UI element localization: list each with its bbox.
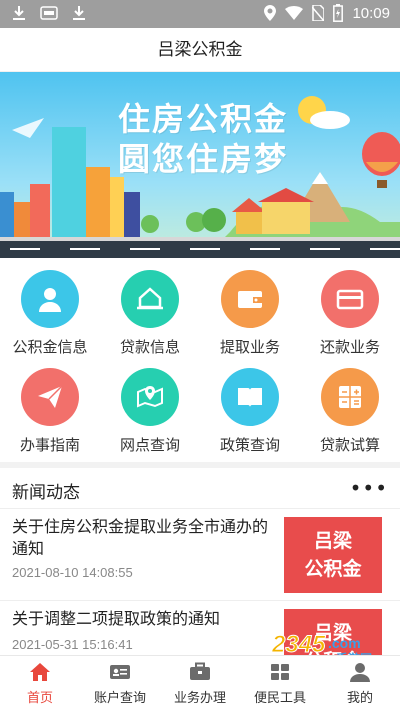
book-icon <box>238 388 262 407</box>
grid-label: 网点查询 <box>119 437 180 454</box>
grid-label: 政策查询 <box>219 437 280 454</box>
withdrawal-badge <box>221 270 279 328</box>
status-bar: 10:09 <box>0 0 400 28</box>
download-icon <box>13 6 25 20</box>
grid-item-withdrawal[interactable]: 提取业务 <box>200 262 300 360</box>
grid-item-branches[interactable]: 网点查询 <box>100 360 200 458</box>
news-item-date: 2021-05-31 15:16:41 <box>12 637 133 652</box>
wallet-icon <box>238 291 262 308</box>
grid-label: 公积金信息 <box>12 339 88 356</box>
grid-label: 办事指南 <box>19 437 80 454</box>
grid-item-guide[interactable]: 办事指南 <box>0 360 100 458</box>
svg-text:2345: 2345 <box>271 631 326 658</box>
svg-text:.com: .com <box>328 635 361 651</box>
grid-item-calculator[interactable]: 贷款试算 <box>300 360 400 458</box>
nav-profile[interactable]: 我的 <box>320 656 400 711</box>
news-item-date: 2021-08-10 14:08:55 <box>12 565 133 580</box>
nav-label: 账户查询 <box>93 690 146 705</box>
guide-badge <box>21 368 79 426</box>
nav-label: 业务办理 <box>173 690 226 705</box>
app-title: 吕梁公积金 <box>0 28 400 72</box>
tools-icon <box>271 664 289 680</box>
grid-label: 提取业务 <box>219 339 280 356</box>
thumbnail-line-1: 吕梁 <box>313 530 352 552</box>
nav-label: 首页 <box>26 690 53 705</box>
news-section-header: 新闻动态 ••• <box>0 462 400 508</box>
fund-info-badge <box>21 270 79 328</box>
grid-label: 贷款信息 <box>119 339 180 356</box>
more-options-button[interactable]: ••• <box>350 476 388 500</box>
branches-badge <box>121 368 179 426</box>
hms-icon <box>40 6 58 20</box>
person-icon <box>350 663 370 682</box>
nav-home[interactable]: 首页 <box>0 656 80 711</box>
grid-item-policy[interactable]: 政策查询 <box>200 360 300 458</box>
home-icon <box>30 663 50 681</box>
nav-tools[interactable]: 便民工具 <box>240 656 320 711</box>
grid-label: 还款业务 <box>319 339 380 356</box>
nav-account[interactable]: 账户查询 <box>80 656 160 711</box>
thumbnail-line-2: 公积金 <box>304 558 362 580</box>
location-icon <box>264 5 277 21</box>
clock: 10:09 <box>352 4 390 22</box>
user-icon <box>39 288 61 312</box>
no-sim-icon <box>312 5 325 21</box>
grid-label: 贷款试算 <box>319 437 380 454</box>
service-grid: 公积金信息 贷款信息 提取业务 还款业务 办事指南 网点查询 政策查询 贷款试算 <box>0 262 400 458</box>
paper-plane-icon <box>38 385 63 408</box>
battery-icon <box>333 4 344 22</box>
loan-info-badge <box>121 270 179 328</box>
calculator-badge <box>321 368 379 426</box>
nav-label: 便民工具 <box>253 690 306 705</box>
grid-item-fund-info[interactable]: 公积金信息 <box>0 262 100 360</box>
card-icon <box>336 289 364 310</box>
grid-item-repayment[interactable]: 还款业务 <box>300 262 400 360</box>
map-pin-icon <box>137 386 163 408</box>
bottom-navigation: 首页 账户查询 业务办理 便民工具 我的 <box>0 655 400 711</box>
grid-item-loan-info[interactable]: 贷款信息 <box>100 262 200 360</box>
banner[interactable]: 住房公积金 圆您住房梦 <box>0 72 400 258</box>
news-item[interactable]: 关于住房公积金提取业务全市通办的通知 2021-08-10 14:08:55 吕… <box>0 508 400 600</box>
home-hand-icon <box>137 287 163 310</box>
calculator-icon <box>339 386 361 408</box>
news-item-thumbnail: 吕梁 公积金 <box>284 517 382 593</box>
news-item-title: 关于调整二项提取政策的通知 <box>12 611 221 628</box>
nav-label: 我的 <box>346 690 373 705</box>
download-icon <box>73 6 85 20</box>
banner-subheadline: 圆您住房梦 <box>118 140 289 178</box>
wifi-icon <box>285 6 304 20</box>
nav-business[interactable]: 业务办理 <box>160 656 240 711</box>
repayment-badge <box>321 270 379 328</box>
news-item-title: 关于住房公积金提取业务全市通办的通知 <box>12 519 269 558</box>
id-card-icon <box>110 665 130 679</box>
policy-badge <box>221 368 279 426</box>
briefcase-icon <box>190 662 210 680</box>
news-section-title: 新闻动态 <box>12 483 80 502</box>
